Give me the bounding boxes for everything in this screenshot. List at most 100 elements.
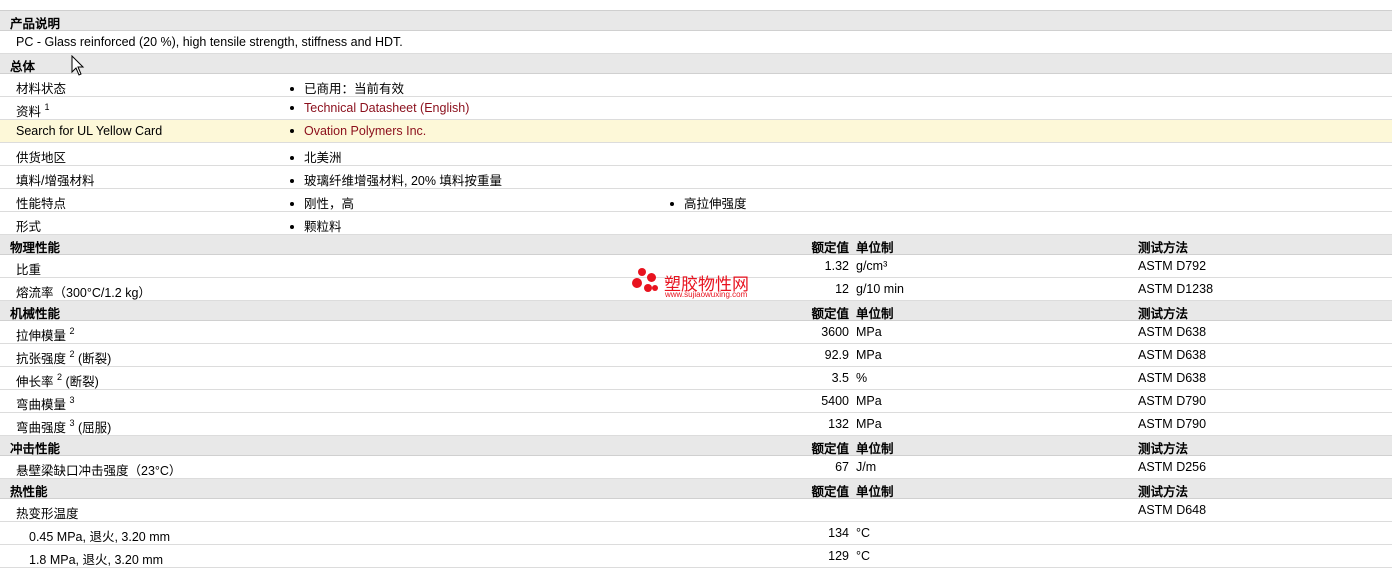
test-method: ASTM D638 — [1138, 325, 1207, 339]
section-title: 总体 — [10, 60, 36, 74]
property-row: 抗张强度 2 (断裂) 92.9 MPa ASTM D638 — [0, 344, 1392, 367]
property-unit: g/cm³ — [856, 259, 888, 273]
column-unit: 单位制 — [856, 485, 894, 499]
property-label: 伸长率 2 (断裂) — [16, 372, 99, 390]
section-header-thermal: 热性能 额定值 单位制 测试方法 — [0, 479, 1392, 499]
property-row: 弯曲强度 3 (屈服) 132 MPa ASTM D790 — [0, 413, 1392, 436]
column-nominal: 额定值 — [811, 241, 849, 255]
bullet-icon — [290, 128, 294, 133]
property-row: 悬壁梁缺口冲击强度（23°C） 67 J/m ASTM D256 — [0, 456, 1392, 479]
general-row-documents: 资料 1 Technical Datasheet (English) — [0, 97, 1392, 120]
row-label: 填料/增强材料 — [16, 174, 95, 188]
property-unit: g/10 min — [856, 282, 904, 296]
column-method: 测试方法 — [1138, 442, 1189, 456]
bullet-icon — [290, 155, 294, 160]
product-description-row: PC - Glass reinforced (20 %), high tensi… — [0, 31, 1392, 54]
section-header-impact: 冲击性能 额定值 单位制 测试方法 — [0, 436, 1392, 456]
property-value: 3600 — [821, 325, 849, 339]
column-unit: 单位制 — [856, 307, 894, 321]
property-value: 132 — [828, 417, 849, 431]
bullet-icon — [670, 201, 674, 206]
property-value: 3.5 — [831, 371, 849, 385]
footnote-marker: 1 — [44, 102, 50, 112]
property-value: 134 — [828, 526, 849, 540]
property-row: 拉伸模量 2 3600 MPa ASTM D638 — [0, 321, 1392, 344]
column-method: 测试方法 — [1138, 307, 1189, 321]
property-label: 热变形温度 — [16, 507, 79, 521]
property-unit: °C — [856, 526, 871, 540]
test-method: ASTM D792 — [1138, 259, 1207, 273]
test-method: ASTM D648 — [1138, 503, 1207, 517]
property-label: 拉伸模量 2 — [16, 326, 75, 344]
test-method: ASTM D1238 — [1138, 282, 1214, 296]
test-method: ASTM D638 — [1138, 371, 1207, 385]
property-label: 悬壁梁缺口冲击强度（23°C） — [16, 464, 182, 478]
mouse-cursor-icon — [71, 55, 85, 76]
property-label: 弯曲强度 3 (屈服) — [16, 418, 112, 436]
row-value: 颗粒料 — [290, 216, 342, 235]
footnote-marker: 2 — [57, 372, 63, 382]
property-unit: J/m — [856, 460, 877, 474]
bullet-icon — [290, 86, 294, 91]
column-nominal: 额定值 — [811, 442, 849, 456]
property-unit: MPa — [856, 417, 882, 431]
watermark-dots-icon — [632, 268, 662, 298]
section-header-general: 总体 — [0, 54, 1392, 74]
bullet-icon — [290, 178, 294, 183]
test-method: ASTM D790 — [1138, 417, 1207, 431]
general-row-features: 性能特点 刚性，高 高拉伸强度 — [0, 189, 1392, 212]
property-row: 0.45 MPa, 退火, 3.20 mm 134 °C — [0, 522, 1392, 545]
general-row-form: 形式 颗粒料 — [0, 212, 1392, 235]
row-value: 玻璃纤维增强材料, 20% 填料按重量 — [290, 170, 502, 189]
property-row: 伸长率 2 (断裂) 3.5 % ASTM D638 — [0, 367, 1392, 390]
technical-datasheet-link[interactable]: Technical Datasheet (English) — [304, 101, 469, 115]
bullet-icon — [290, 201, 294, 206]
section-title: 产品说明 — [10, 17, 61, 31]
watermark-logo: 塑胶物性网 www.sujiaowuxing.com — [632, 268, 772, 302]
test-method: ASTM D638 — [1138, 348, 1207, 362]
property-label: 0.45 MPa, 退火, 3.20 mm — [29, 530, 171, 544]
general-row-status: 材料状态 已商用：当前有效 — [0, 74, 1392, 97]
footnote-marker: 3 — [69, 395, 75, 405]
row-value-secondary: 高拉伸强度 — [670, 193, 747, 212]
section-header-mechanical: 机械性能 额定值 单位制 测试方法 — [0, 301, 1392, 321]
property-unit: °C — [856, 549, 871, 563]
row-value: 已商用：当前有效 — [290, 78, 404, 97]
property-unit: MPa — [856, 394, 882, 408]
section-title: 热性能 — [10, 485, 48, 499]
property-value: 1.32 — [824, 259, 849, 273]
property-unit: MPa — [856, 348, 882, 362]
row-label: 形式 — [16, 220, 42, 234]
row-value: Ovation Polymers Inc. — [290, 124, 426, 138]
row-label: 供货地区 — [16, 151, 67, 165]
column-nominal: 额定值 — [811, 485, 849, 499]
general-row-filler: 填料/增强材料 玻璃纤维增强材料, 20% 填料按重量 — [0, 166, 1392, 189]
row-value: 北美洲 — [290, 147, 342, 166]
column-method: 测试方法 — [1138, 485, 1189, 499]
section-title: 物理性能 — [10, 241, 61, 255]
property-unit: % — [856, 371, 868, 385]
row-label: 性能特点 — [16, 197, 67, 211]
property-value: 129 — [828, 549, 849, 563]
section-header-physical: 物理性能 额定值 单位制 测试方法 — [0, 235, 1392, 255]
property-label: 弯曲模量 3 — [16, 395, 75, 413]
ovation-polymers-link[interactable]: Ovation Polymers Inc. — [304, 124, 426, 138]
test-method: ASTM D790 — [1138, 394, 1207, 408]
footnote-marker: 2 — [69, 349, 75, 359]
property-row: 弯曲模量 3 5400 MPa ASTM D790 — [0, 390, 1392, 413]
row-label: Search for UL Yellow Card — [16, 124, 163, 138]
footnote-marker: 2 — [69, 326, 75, 336]
column-unit: 单位制 — [856, 241, 894, 255]
property-value: 67 — [835, 460, 849, 474]
property-value: 5400 — [821, 394, 849, 408]
footnote-marker: 3 — [69, 418, 75, 428]
column-nominal: 额定值 — [811, 307, 849, 321]
test-method: ASTM D256 — [1138, 460, 1207, 474]
row-label: 资料 1 — [16, 102, 50, 120]
property-label: 比重 — [16, 263, 42, 277]
general-row-region: 供货地区 北美洲 — [0, 143, 1392, 166]
row-value: 刚性，高 — [290, 193, 354, 212]
section-header-product: 产品说明 — [0, 11, 1392, 31]
watermark-url: www.sujiaowuxing.com — [665, 290, 748, 299]
property-unit: MPa — [856, 325, 882, 339]
